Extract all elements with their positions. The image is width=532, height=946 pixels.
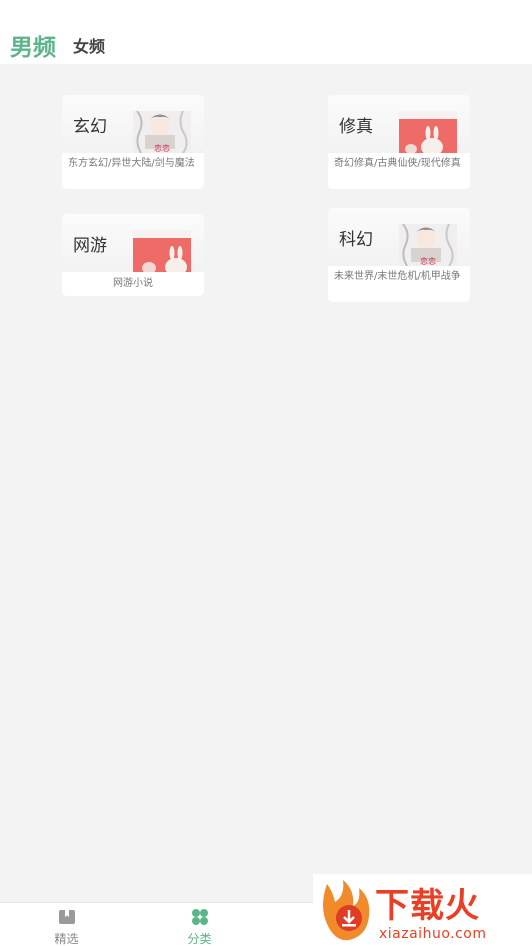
tab-featured[interactable]: 精选 xyxy=(0,903,133,946)
category-card-kehuan[interactable]: 科幻 恋恋 未来世界/末世危机/机甲战争 xyxy=(328,208,470,302)
top-header: 男频 女频 xyxy=(0,0,532,64)
site-watermark: 下载火 xiazaihuo.com xyxy=(313,874,532,946)
card-header: 修真 xyxy=(328,95,470,153)
category-description: 奇幻修真/古典仙侠/现代修真 xyxy=(334,158,461,169)
svg-text:恋恋: 恋恋 xyxy=(154,143,170,153)
watermark-brand: 下载火 xyxy=(375,886,480,926)
category-title: 修真 xyxy=(339,117,373,137)
category-title: 玄幻 xyxy=(73,117,107,137)
tab-label: 分类 xyxy=(187,932,212,946)
category-card-wangyou[interactable]: 网游 网游小说 xyxy=(62,214,204,296)
tab-label: 精选 xyxy=(54,932,79,946)
card-header: 网游 xyxy=(62,214,204,272)
book-cover-image: 恋恋 xyxy=(133,111,191,153)
tab-male-channel[interactable]: 男频 xyxy=(10,28,56,62)
book-cover-image xyxy=(133,230,191,272)
category-description: 网游小说 xyxy=(113,278,153,289)
card-header: 玄幻 恋恋 xyxy=(62,95,204,153)
tab-female-channel[interactable]: 女频 xyxy=(73,33,105,57)
clover-icon xyxy=(191,908,209,926)
book-cover-image xyxy=(399,111,457,153)
bookmark-icon xyxy=(58,908,76,926)
flame-download-icon xyxy=(317,876,373,946)
svg-text:恋恋: 恋恋 xyxy=(420,256,436,266)
category-description: 未来世界/末世危机/机甲战争 xyxy=(334,271,461,282)
category-title: 网游 xyxy=(73,236,107,256)
category-description: 东方玄幻/异世大陆/剑与魔法 xyxy=(68,158,195,169)
watermark-domain: xiazaihuo.com xyxy=(379,926,487,942)
category-card-xiuzhen[interactable]: 修真 奇幻修真/古典仙侠/现代修真 xyxy=(328,95,470,189)
book-cover-image: 恋恋 xyxy=(399,224,457,266)
category-card-xuanhuan[interactable]: 玄幻 恋恋 东方玄幻/异世大陆/剑与魔法 xyxy=(62,95,204,189)
card-header: 科幻 恋恋 xyxy=(328,208,470,266)
category-title: 科幻 xyxy=(339,230,373,250)
tab-category[interactable]: 分类 xyxy=(133,903,266,946)
